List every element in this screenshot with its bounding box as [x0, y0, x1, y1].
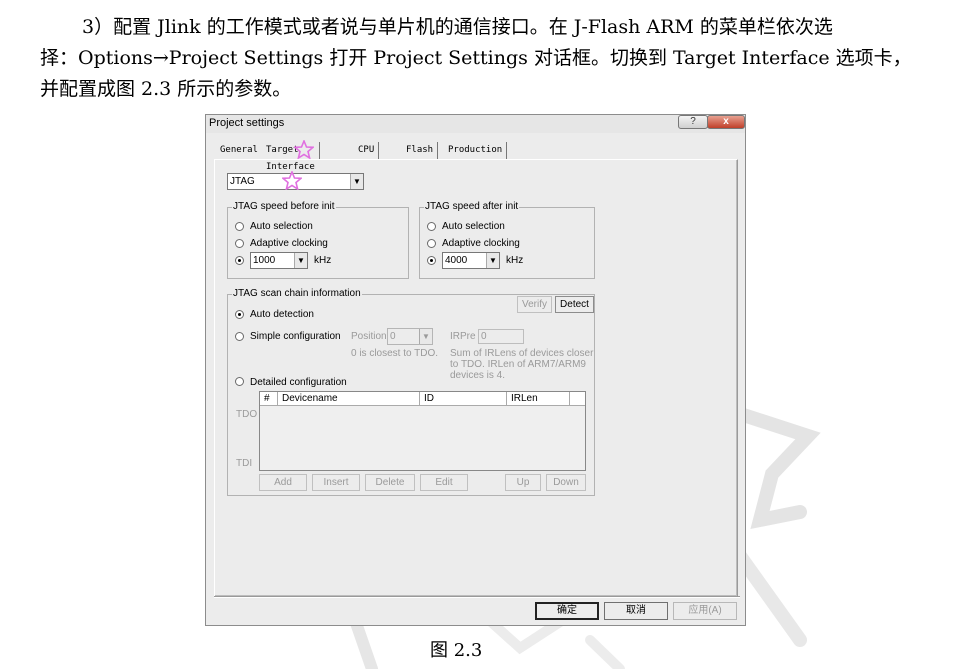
verify-button[interactable]: Verify [517, 296, 552, 313]
auto-detection-radio[interactable] [235, 310, 244, 319]
project-settings-dialog: Project settings ? x General Target Inte… [205, 114, 746, 626]
speed-before-auto-label: Auto selection [250, 221, 313, 232]
speed-before-adaptive-label: Adaptive clocking [250, 238, 328, 249]
speed-after-legend: JTAG speed after init [424, 201, 520, 213]
irpre-note-3: devices is 4. [450, 370, 506, 381]
speed-before-group: JTAG speed before init Auto selection Ad… [227, 201, 409, 279]
speed-before-select[interactable]: 1000 ▼ [250, 252, 308, 269]
tdi-label: TDI [236, 458, 253, 469]
tab-cpu[interactable]: CPU [354, 142, 380, 160]
star-marker-icon [282, 171, 302, 190]
device-table-header: # Devicename ID IRLen [260, 392, 585, 406]
target-interface-panel: JTAG ▼ JTAG speed before init Auto selec… [214, 159, 738, 597]
chevron-down-icon: ▼ [350, 174, 363, 189]
speed-before-fixed-radio[interactable] [235, 256, 244, 265]
figure-caption: 图 2.3 [430, 640, 483, 661]
bottom-divider [214, 596, 740, 598]
speed-before-adaptive-radio[interactable] [235, 239, 244, 248]
paragraph-line-1: 3）配置 Jlink 的工作模式或者说与单片机的通信接口。在 J-Flash A… [82, 16, 833, 38]
dialog-title: Project settings [209, 117, 285, 129]
column-header-irlen[interactable]: IRLen [507, 392, 570, 406]
speed-before-unit: kHz [314, 255, 332, 266]
chevron-down-icon: ▼ [419, 329, 432, 344]
position-label: Position [351, 331, 387, 342]
close-button[interactable]: x [707, 115, 745, 129]
detailed-config-label: Detailed configuration [250, 377, 347, 388]
help-button[interactable]: ? [678, 115, 708, 129]
position-select[interactable]: 0 ▼ [387, 328, 433, 345]
chevron-down-icon: ▼ [486, 253, 499, 268]
add-button[interactable]: Add [259, 474, 307, 491]
column-header-devicename[interactable]: Devicename [278, 392, 420, 406]
paragraph-line-3: 并配置成图 2.3 所示的参数。 [40, 78, 292, 100]
column-header-id[interactable]: ID [420, 392, 507, 406]
insert-button[interactable]: Insert [312, 474, 360, 491]
apply-button[interactable]: 应用(A) [673, 602, 737, 620]
dialog-titlebar: Project settings ? x [206, 115, 745, 133]
column-header-number[interactable]: # [260, 392, 278, 406]
irpre-label: IRPre [450, 331, 476, 342]
ok-button[interactable]: 确定 [535, 602, 599, 620]
speed-after-fixed-radio[interactable] [427, 256, 436, 265]
tab-general[interactable]: General [216, 142, 262, 160]
tab-production[interactable]: Production [444, 142, 508, 160]
simple-config-radio[interactable] [235, 332, 244, 341]
speed-after-adaptive-radio[interactable] [427, 239, 436, 248]
speed-before-auto-radio[interactable] [235, 222, 244, 231]
detailed-config-radio[interactable] [235, 377, 244, 386]
down-button[interactable]: Down [546, 474, 586, 491]
irpre-input[interactable]: 0 [478, 329, 524, 344]
speed-before-legend: JTAG speed before init [232, 201, 336, 213]
speed-after-auto-radio[interactable] [427, 222, 436, 231]
scan-chain-group: JTAG scan chain information Verify Detec… [227, 288, 595, 496]
up-button[interactable]: Up [505, 474, 541, 491]
speed-after-auto-label: Auto selection [442, 221, 505, 232]
auto-detection-label: Auto detection [250, 309, 314, 320]
body-paragraph: 3）配置 Jlink 的工作模式或者说与单片机的通信接口。在 J-Flash A… [40, 12, 920, 105]
speed-after-adaptive-label: Adaptive clocking [442, 238, 520, 249]
edit-button[interactable]: Edit [420, 474, 468, 491]
speed-after-select[interactable]: 4000 ▼ [442, 252, 500, 269]
star-marker-icon [294, 140, 314, 159]
tab-flash[interactable]: Flash [402, 142, 439, 160]
speed-after-group: JTAG speed after init Auto selection Ada… [419, 201, 595, 279]
device-table[interactable]: # Devicename ID IRLen [259, 391, 586, 471]
tdo-label: TDO [236, 409, 258, 420]
cancel-button[interactable]: 取消 [604, 602, 668, 620]
chevron-down-icon: ▼ [294, 253, 307, 268]
speed-after-unit: kHz [506, 255, 524, 266]
paragraph-line-2: 择：Options→Project Settings 打开 Project Se… [40, 47, 912, 69]
delete-button[interactable]: Delete [365, 474, 415, 491]
scan-chain-legend: JTAG scan chain information [232, 288, 362, 300]
simple-config-label: Simple configuration [250, 331, 341, 342]
position-note: 0 is closest to TDO. [351, 348, 439, 359]
detect-button[interactable]: Detect [555, 296, 594, 313]
